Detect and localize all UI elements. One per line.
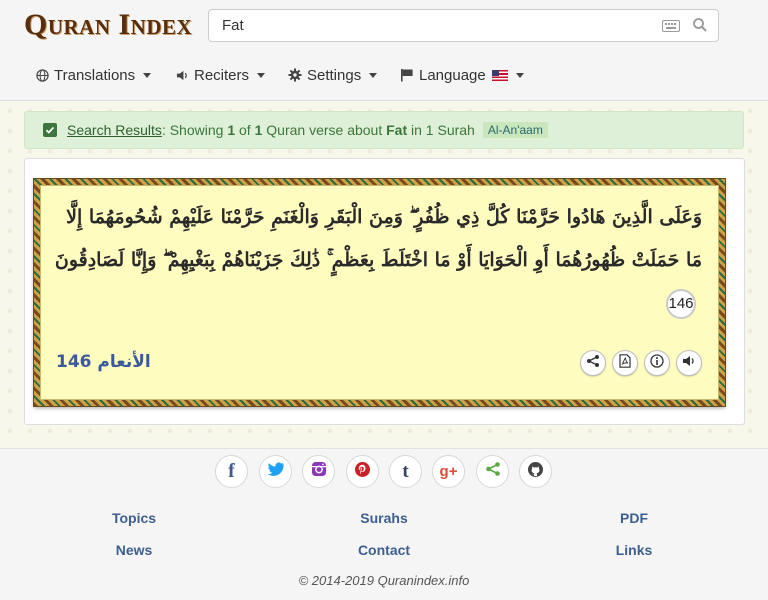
googleplus-button[interactable]: g+ (432, 455, 465, 488)
alert-showing: : Showing (161, 122, 228, 138)
facebook-icon: f (228, 460, 235, 482)
twitter-button[interactable] (259, 455, 292, 488)
volume-icon (176, 69, 189, 82)
globe-icon (36, 68, 49, 82)
ayah-number: 146 (666, 289, 696, 319)
header: Quran Index Translations Reciters (0, 0, 768, 101)
alert-total: 1 (254, 122, 263, 138)
search-input[interactable] (209, 10, 649, 41)
search-results-link[interactable]: Search Results (67, 122, 162, 138)
audio-button[interactable] (676, 350, 702, 376)
surah-badge[interactable]: Al-An'aam (482, 122, 548, 138)
keyboard-icon[interactable] (662, 19, 680, 37)
checkbox-checked-icon (43, 123, 57, 137)
footer-link-news[interactable]: News (94, 542, 174, 558)
tumblr-icon: t (402, 460, 409, 482)
footer-link-topics[interactable]: Topics (94, 510, 174, 526)
footer-link-contact[interactable]: Contact (344, 542, 424, 558)
verse-text: وَعَلَى الَّذِينَ هَادُوا حَرَّمْنَا كُل… (54, 196, 702, 325)
site-logo[interactable]: Quran Index (24, 8, 192, 42)
menu-reciters-label: Reciters (194, 66, 250, 84)
pinterest-button[interactable] (346, 455, 379, 488)
share-icon (485, 461, 501, 482)
alert-of: of (235, 122, 255, 138)
chevron-down-icon (143, 72, 152, 78)
share-social-button[interactable] (476, 455, 509, 488)
menu-settings[interactable]: Settings (288, 60, 378, 90)
gear-icon (288, 68, 302, 82)
volume-icon (682, 354, 696, 373)
pdf-button[interactable] (612, 350, 638, 376)
search-box (208, 9, 719, 42)
googleplus-icon: g+ (439, 463, 458, 480)
github-button[interactable] (519, 455, 552, 488)
alert-term: Fat (386, 122, 408, 138)
menu-settings-label: Settings (307, 66, 362, 84)
info-button[interactable] (644, 350, 670, 376)
instagram-button[interactable] (302, 455, 335, 488)
share-button[interactable] (580, 350, 606, 376)
alert-count: 1 (227, 122, 236, 138)
pdf-icon (619, 353, 631, 373)
search-results-alert: Search Results : Showing 1 of 1 Quran ve… (24, 111, 744, 149)
menu-translations[interactable]: Translations (36, 60, 152, 90)
tumblr-button[interactable]: t (389, 455, 422, 488)
us-flag-icon (491, 69, 508, 81)
alert-verse-about: Quran verse about (262, 122, 387, 138)
facebook-button[interactable]: f (215, 455, 248, 488)
twitter-icon (267, 461, 285, 482)
pinterest-icon (354, 461, 371, 483)
github-icon (527, 461, 544, 483)
menu-reciters[interactable]: Reciters (176, 60, 266, 90)
chevron-down-icon (257, 72, 266, 78)
search-icon[interactable] (692, 17, 708, 38)
footer-link-links[interactable]: Links (594, 542, 674, 558)
chevron-down-icon (515, 72, 524, 78)
share-icon (586, 354, 600, 373)
verse-arabic: وَعَلَى الَّذِينَ هَادُوا حَرَّمْنَا كُل… (54, 206, 702, 271)
copyright: © 2014-2019 Quranindex.info (298, 573, 470, 588)
verse-reference[interactable]: الأنعام 146 (56, 352, 151, 372)
footer-link-surahs[interactable]: Surahs (344, 510, 424, 526)
flag-icon (400, 68, 414, 82)
menu-translations-label: Translations (54, 66, 136, 84)
info-icon (650, 353, 664, 373)
chevron-down-icon (369, 72, 378, 78)
menu-language-label: Language (419, 66, 486, 84)
alert-in-surah: in 1 Surah (407, 122, 475, 138)
menu-language[interactable]: Language (400, 60, 524, 90)
footer-link-pdf[interactable]: PDF (594, 510, 674, 526)
instagram-icon (311, 461, 327, 482)
